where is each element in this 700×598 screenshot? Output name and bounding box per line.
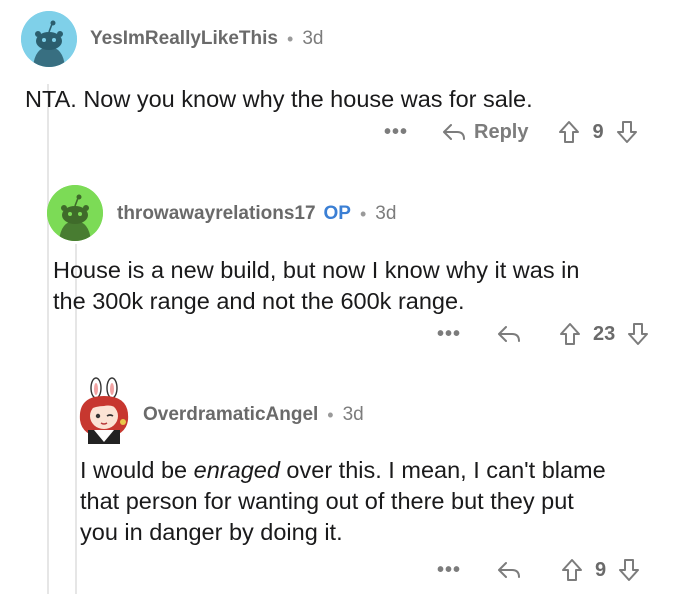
downvote-arrow-icon (619, 559, 640, 581)
snoo-avatar-icon (47, 185, 103, 241)
avatar[interactable] (47, 185, 103, 241)
downvote-arrow-icon (616, 121, 637, 143)
upvote-arrow-icon (562, 559, 583, 581)
upvote-button[interactable] (561, 558, 583, 582)
reply-button[interactable]: Reply (442, 121, 528, 144)
vote-count: 23 (593, 322, 616, 345)
downvote-button[interactable] (618, 558, 640, 582)
comment-text-segment: over this. I mean, I can't blame (279, 457, 606, 483)
comment-body: I would be enraged over this. I mean, I … (80, 455, 606, 548)
upvote-button[interactable] (559, 322, 581, 346)
comment-body: NTA. Now you know why the house was for … (25, 84, 533, 115)
reply-button[interactable] (497, 560, 521, 580)
separator-dot: • (359, 203, 367, 224)
snoo-avatar-icon (21, 11, 77, 67)
username[interactable]: OverdramaticAngel (143, 404, 318, 426)
more-options-button[interactable]: ••• (437, 323, 461, 346)
thread-line-level-1 (47, 84, 49, 594)
separator-dot: • (327, 404, 334, 425)
username[interactable]: throwawayrelations17 (117, 203, 316, 225)
comment-text-line: the 300k range and not the 600k range. (53, 288, 465, 314)
timestamp: 3d (302, 28, 324, 49)
vote-count: 9 (595, 558, 607, 581)
anime-avatar-icon (79, 377, 129, 444)
comment-text-line: you in danger by doing it. (80, 519, 343, 545)
comment-meta: YesImReallyLikeThis • 3d (90, 28, 323, 50)
comment-actions: ••• 23 (437, 322, 649, 346)
comment-text-line: House is a new build, but now I know why… (53, 257, 580, 283)
comment-text: NTA. Now you know why the house was for … (25, 86, 533, 112)
avatar[interactable] (21, 11, 77, 67)
comment-actions: ••• 9 (437, 558, 640, 582)
op-badge: OP (323, 203, 351, 224)
more-options-button[interactable]: ••• (437, 559, 461, 582)
downvote-arrow-icon (628, 323, 649, 345)
vote-count: 9 (592, 120, 604, 143)
reply-arrow-icon (443, 124, 466, 140)
comment-body: House is a new build, but now I know why… (53, 255, 579, 317)
comment-text-line: I would be enraged over this. I mean, I … (80, 455, 606, 486)
reply-arrow-icon (498, 326, 521, 342)
comment-meta: throwawayrelations17 OP • 3d (117, 203, 396, 225)
comment-actions: ••• Reply 9 (384, 120, 638, 144)
downvote-button[interactable] (627, 322, 649, 346)
avatar[interactable] (74, 376, 134, 444)
separator-dot: • (287, 28, 294, 49)
username[interactable]: YesImReallyLikeThis (90, 28, 278, 50)
upvote-button[interactable] (558, 120, 580, 144)
reply-button[interactable] (497, 324, 521, 344)
more-options-button[interactable]: ••• (384, 121, 408, 144)
comment-text-line: that person for wanting out of there but… (80, 488, 574, 514)
timestamp: 3d (342, 404, 364, 425)
timestamp: 3d (375, 203, 397, 224)
reply-arrow-icon (498, 562, 521, 578)
downvote-button[interactable] (616, 120, 638, 144)
comment-text-emphasis: enraged (193, 457, 280, 483)
upvote-arrow-icon (559, 121, 580, 143)
comment-meta: OverdramaticAngel • 3d (143, 404, 364, 426)
upvote-arrow-icon (560, 323, 581, 345)
reply-label: Reply (474, 120, 529, 143)
comment-text-segment: I would be (80, 457, 194, 483)
